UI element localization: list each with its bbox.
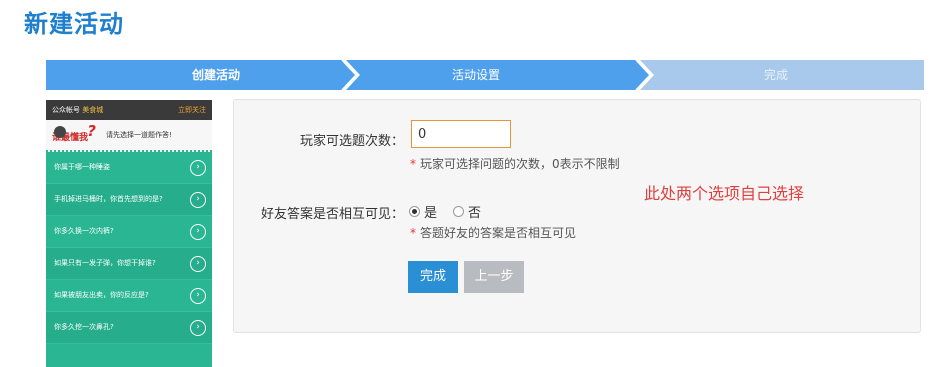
times-input[interactable] bbox=[411, 120, 511, 148]
chevron-right-icon: › bbox=[190, 159, 206, 176]
preview-banner: 谁最懂我 ? 请先选择一道题作答! bbox=[46, 120, 212, 152]
page-title: 新建活动 bbox=[24, 10, 124, 38]
radio-option-yes[interactable]: 是 bbox=[409, 202, 437, 221]
chevron-right-icon: › bbox=[190, 191, 206, 208]
radio-no[interactable] bbox=[453, 206, 465, 217]
account-name: 美食城 bbox=[82, 106, 104, 114]
visibility-hint: * 答题好友的答案是否相互可见 bbox=[410, 226, 577, 240]
question-mark-icon: ? bbox=[87, 122, 96, 140]
settings-panel: 玩家可选题次数： *玩家可选择问题的次数，0表示不限制 好友答案是否相互可见： … bbox=[233, 99, 921, 333]
times-label: 玩家可选题次数： bbox=[299, 134, 404, 149]
question-item[interactable]: 如果只有一发子弹，你想干掉谁? › bbox=[46, 248, 212, 280]
chevron-right-icon: › bbox=[190, 223, 206, 240]
radio-yes[interactable] bbox=[409, 206, 420, 217]
step-complete: 完成 bbox=[763, 68, 788, 82]
chevron-right-icon: › bbox=[190, 255, 206, 272]
follow-link[interactable]: 立即关注 bbox=[178, 105, 206, 115]
step-create: 创建活动 bbox=[191, 68, 240, 82]
required-star: * bbox=[410, 157, 416, 171]
phone-preview: 公众帐号 美食城 立即关注 谁最懂我 ? 请先选择一道题作答! 你属于哪一种睡姿… bbox=[46, 100, 212, 367]
quiz-logo: 谁最懂我 ? bbox=[52, 122, 96, 146]
question-item[interactable]: 你多久挖一次鼻孔? › bbox=[46, 312, 212, 344]
question-item[interactable]: 如果被朋友出卖，你的反应是? › bbox=[46, 280, 212, 312]
question-item[interactable]: 你多久换一次内裤? › bbox=[46, 216, 212, 248]
chevron-right-icon: › bbox=[190, 319, 206, 336]
preview-header: 公众帐号 美食城 立即关注 bbox=[46, 100, 212, 120]
times-hint: * 玩家可选择问题的次数，0表示不限制 bbox=[410, 157, 620, 171]
step-progress-bar: 创建活动 活动设置 完成 bbox=[46, 60, 924, 90]
done-button[interactable]: 完成 bbox=[408, 261, 458, 293]
previous-step-button[interactable]: 上一步 bbox=[464, 261, 524, 293]
question-item[interactable]: 你属于哪一种睡姿 › bbox=[46, 152, 212, 184]
question-list: 你属于哪一种睡姿 › 手机掉进马桶时，你首先想到的是? › 你多久换一次内裤? › 如… bbox=[46, 152, 212, 344]
logo-ball-icon bbox=[54, 126, 66, 138]
required-star: * bbox=[410, 226, 416, 240]
chevron-right-icon: › bbox=[190, 287, 206, 304]
visibility-radio-group: 是 否 bbox=[409, 202, 497, 221]
step-settings: 活动设置 bbox=[451, 68, 500, 82]
visibility-label: 好友答案是否相互可见： bbox=[260, 207, 404, 222]
banner-text: 请先选择一道题作答! bbox=[106, 131, 172, 139]
annotation-note: 此处两个选项自己选择 bbox=[644, 184, 805, 203]
radio-option-no[interactable]: 否 bbox=[453, 202, 481, 221]
question-item[interactable]: 手机掉进马桶时，你首先想到的是? › bbox=[46, 184, 212, 216]
account-prefix: 公众帐号 bbox=[52, 106, 80, 114]
